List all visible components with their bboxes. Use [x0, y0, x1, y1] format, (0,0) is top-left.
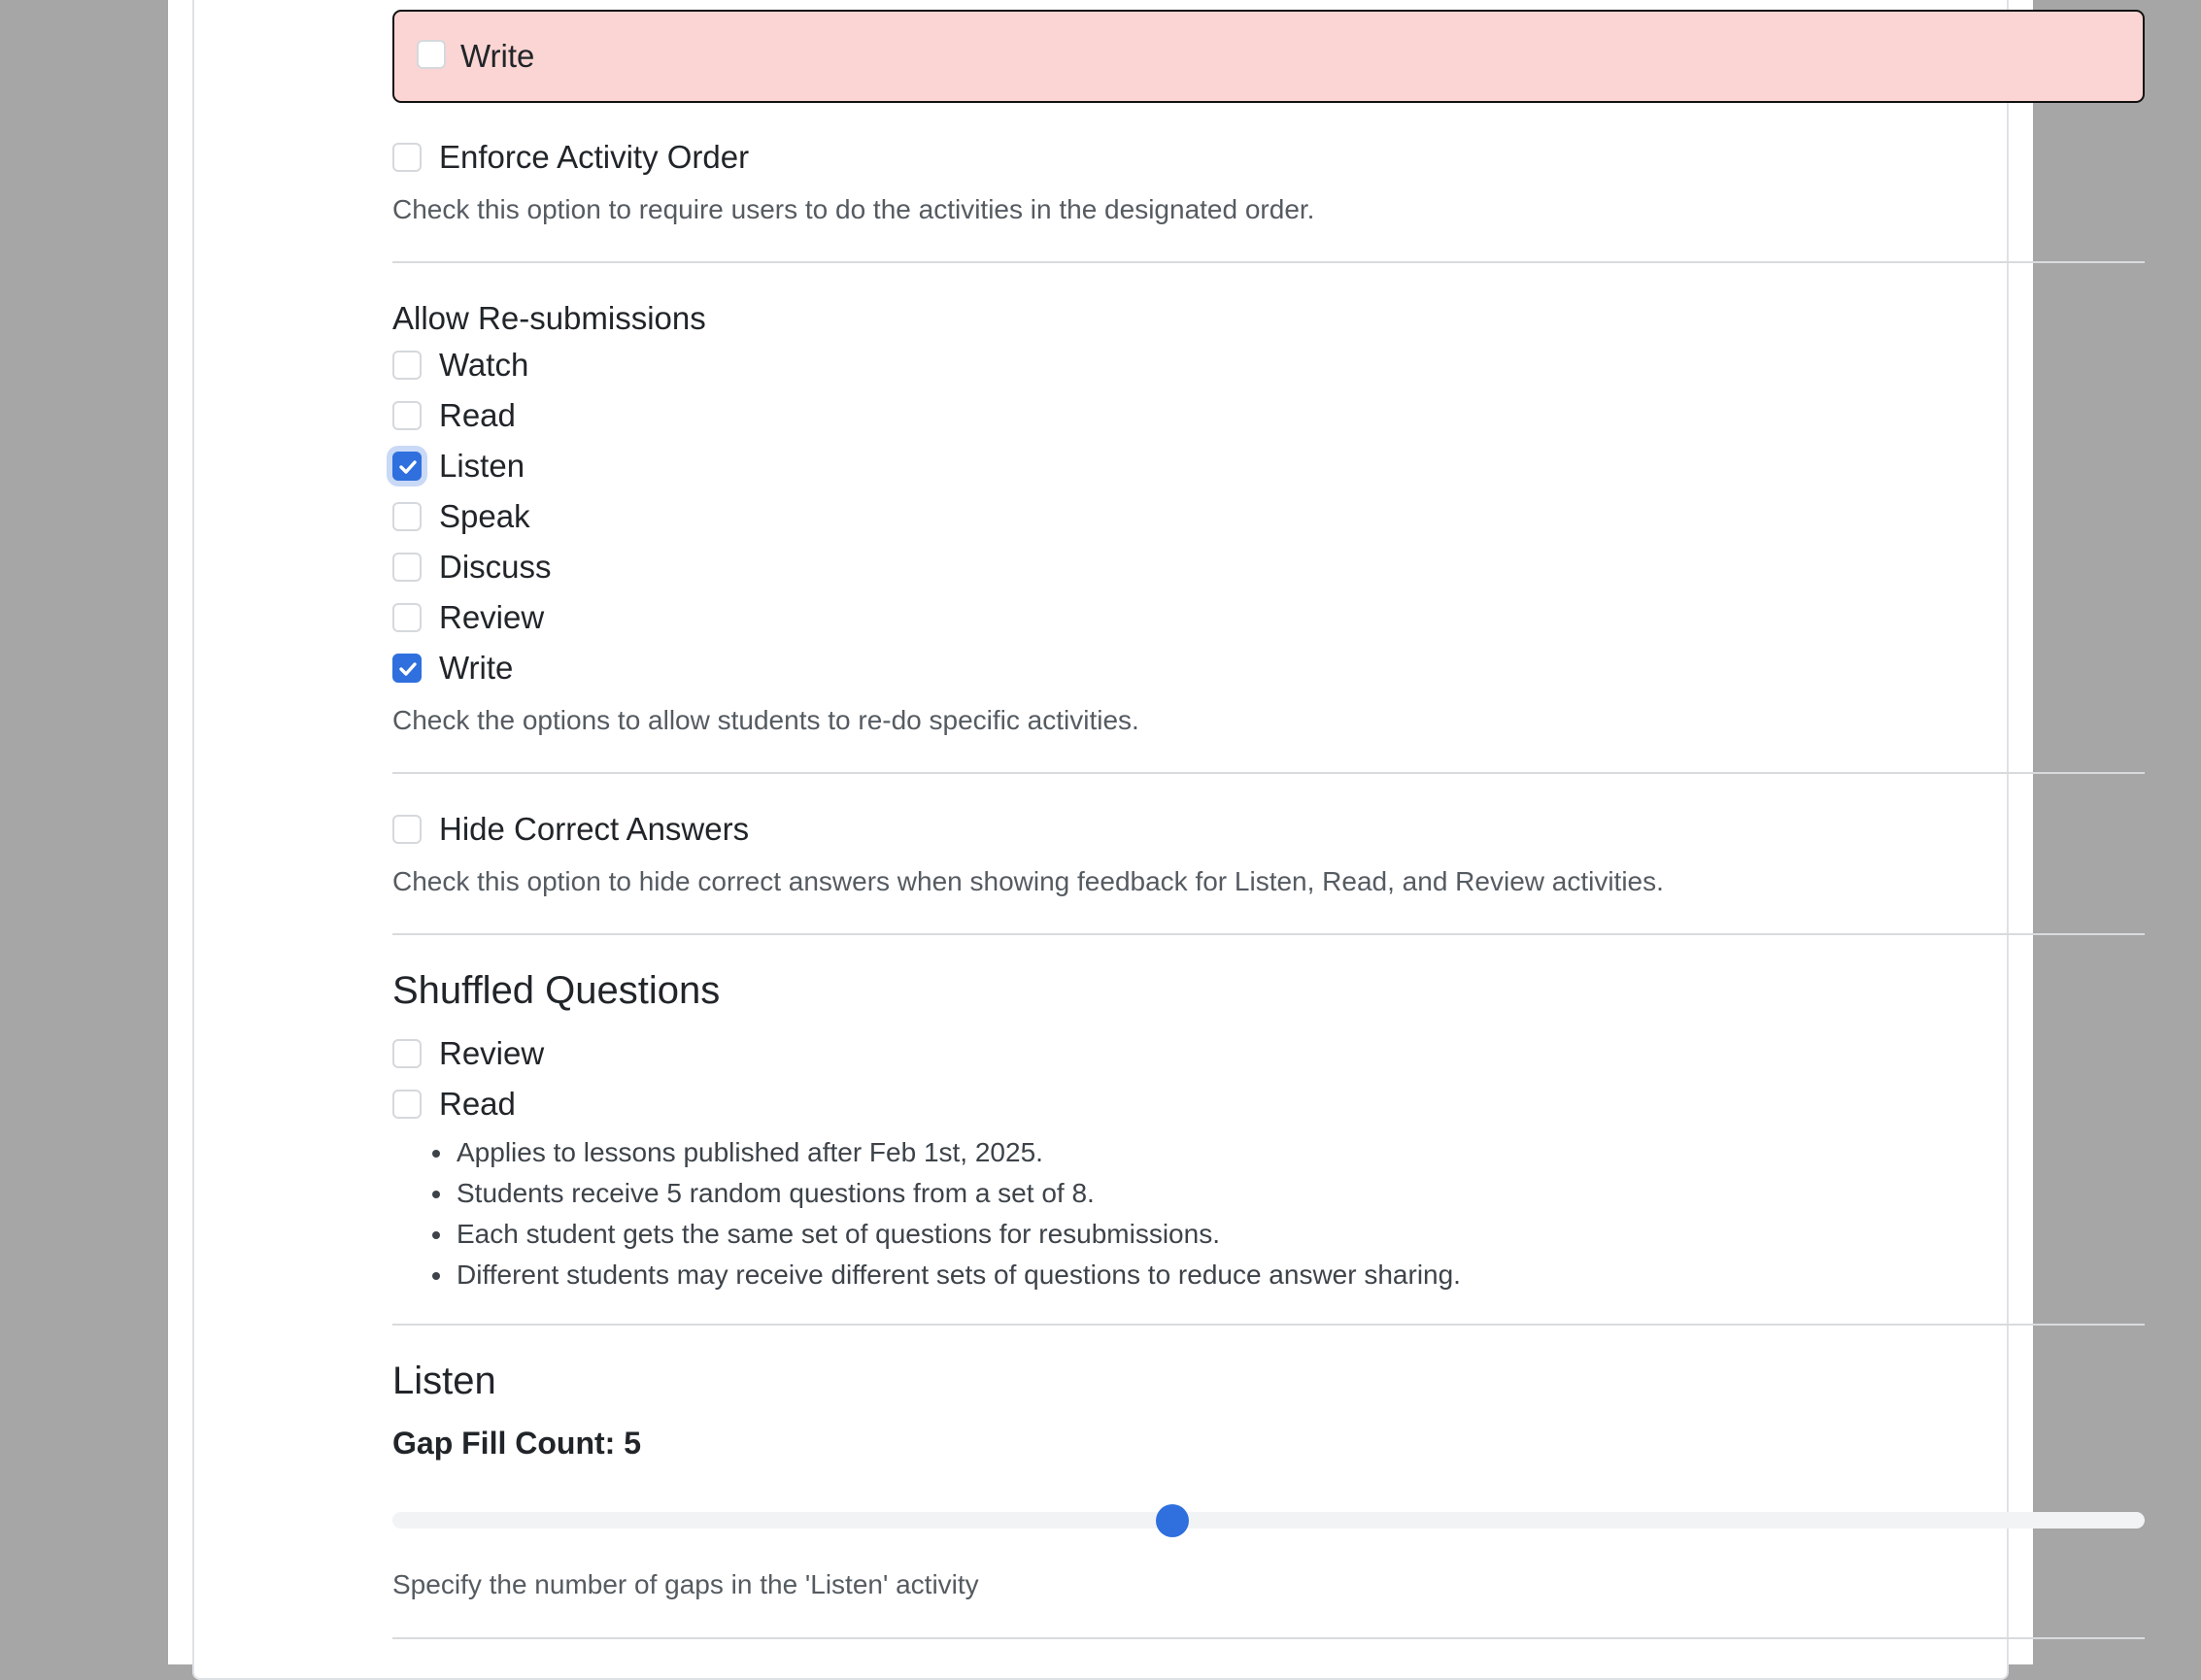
- resubmissions-title: Allow Re-submissions: [392, 300, 706, 336]
- resubmit-review-label: Review: [439, 599, 545, 635]
- resubmit-discuss-label: Discuss: [439, 549, 552, 585]
- resubmit-speak-label: Speak: [439, 498, 530, 534]
- enforce-order-help: Check this option to require users to do…: [392, 194, 1315, 224]
- resubmissions-help: Check the options to allow students to r…: [392, 705, 1139, 735]
- page: Write Enforce Activity Order Check this …: [168, 0, 2145, 1680]
- gap-fill-slider-track[interactable]: [392, 1512, 2145, 1529]
- enforce-order-label: Enforce Activity Order: [439, 139, 750, 175]
- resubmit-listen-checkbox[interactable]: [392, 452, 422, 481]
- resubmit-watch-checkbox[interactable]: [392, 351, 422, 380]
- divider: [392, 933, 2145, 935]
- shuffle-notes-list: Applies to lessons published after Feb 1…: [429, 1132, 1461, 1295]
- resubmit-speak-checkbox[interactable]: [392, 502, 422, 531]
- hide-answers-help: Check this option to hide correct answer…: [392, 866, 1664, 896]
- alert-write-label: Write: [460, 38, 535, 74]
- resubmit-discuss-checkbox[interactable]: [392, 553, 422, 582]
- checkmark-icon: [399, 662, 417, 676]
- list-item: Students receive 5 random questions from…: [455, 1173, 1461, 1214]
- checkmark-icon: [399, 460, 417, 474]
- list-item: Different students may receive different…: [455, 1255, 1461, 1295]
- gap-fill-slider-thumb[interactable]: [1156, 1504, 1189, 1537]
- resubmit-read-label: Read: [439, 397, 516, 433]
- hide-answers-label: Hide Correct Answers: [439, 811, 750, 847]
- divider: [392, 261, 2145, 263]
- divider: [392, 1324, 2145, 1326]
- listen-title: Listen: [392, 1360, 496, 1402]
- hide-answers-checkbox[interactable]: [392, 815, 422, 844]
- resubmit-watch-label: Watch: [439, 347, 529, 383]
- list-item: Each student gets the same set of questi…: [455, 1214, 1461, 1255]
- resubmit-listen-label: Listen: [439, 448, 525, 484]
- shuffle-read-label: Read: [439, 1086, 516, 1122]
- resubmit-read-checkbox[interactable]: [392, 401, 422, 430]
- divider: [392, 1637, 2145, 1639]
- shuffled-title: Shuffled Questions: [392, 969, 721, 1012]
- listen-help: Specify the number of gaps in the 'Liste…: [392, 1569, 979, 1599]
- write-alert-box: Write: [392, 10, 2145, 103]
- resubmit-write-checkbox[interactable]: [392, 654, 422, 683]
- divider: [392, 772, 2145, 774]
- resubmit-review-checkbox[interactable]: [392, 603, 422, 632]
- enforce-order-checkbox[interactable]: [392, 143, 422, 172]
- resubmit-write-label: Write: [439, 650, 514, 686]
- shuffle-review-checkbox[interactable]: [392, 1039, 422, 1068]
- shuffle-read-checkbox[interactable]: [392, 1090, 422, 1119]
- list-item: Applies to lessons published after Feb 1…: [455, 1132, 1461, 1173]
- alert-write-checkbox[interactable]: [417, 40, 446, 69]
- shuffle-review-label: Review: [439, 1035, 545, 1071]
- gap-fill-count-label: Gap Fill Count: 5: [392, 1426, 641, 1461]
